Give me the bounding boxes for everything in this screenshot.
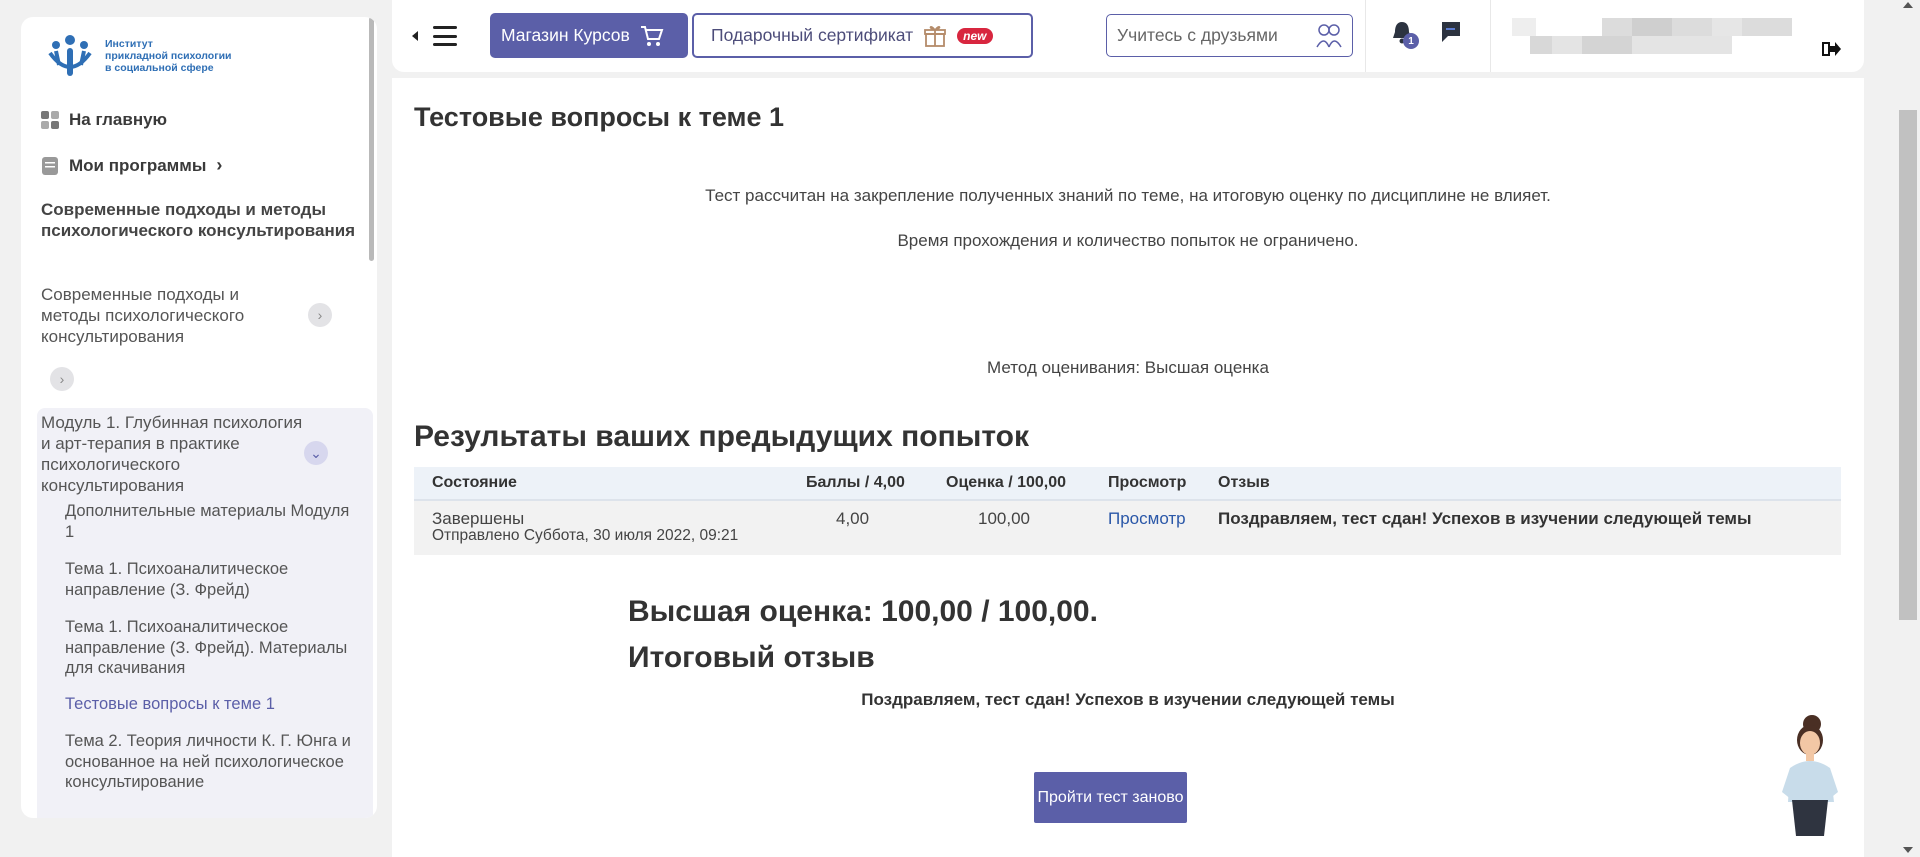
gift-button-label: Подарочный сертификат xyxy=(711,25,914,45)
sidebar-scrollbar[interactable] xyxy=(369,17,374,261)
column-header: Баллы / 4,00 xyxy=(806,474,905,491)
table-row: Завершены Отправлено Суббота, 30 июля 20… xyxy=(414,501,1841,555)
grading-method: Метод оценивания: Высшая оценка xyxy=(987,358,1269,377)
learn-with-friends-field[interactable]: Учитесь с друзьями xyxy=(1106,14,1353,57)
attempt-state: Завершены xyxy=(432,509,525,528)
collapse-arrow-icon[interactable] xyxy=(412,31,418,41)
attempt-submitted: Отправлено Суббота, 30 июля 2022, 09:21 xyxy=(432,527,739,544)
attempt-grade: 100,00 xyxy=(978,509,1030,528)
course-title[interactable]: Современные подходы и методы психологиче… xyxy=(41,199,361,241)
sidebar-item-topic1[interactable]: Тема 1. Психоаналитическое направление (… xyxy=(65,559,355,600)
nav-home[interactable]: На главную xyxy=(41,110,167,130)
nav-programs[interactable]: Мои программы › xyxy=(41,155,222,176)
chevron-right-icon: › xyxy=(216,155,223,175)
scrollbar-thumb[interactable] xyxy=(1899,110,1917,620)
course-item[interactable]: Современные подходы и методы психологиче… xyxy=(41,284,296,347)
review-link[interactable]: Просмотр xyxy=(1108,509,1186,529)
chat-icon xyxy=(1442,22,1460,42)
nav-programs-label: Мои программы xyxy=(69,155,207,175)
sidebar-item-test-questions[interactable]: Тестовые вопросы к теме 1 xyxy=(65,694,355,715)
scroll-down-icon[interactable] xyxy=(1903,847,1913,853)
notification-count-badge: 1 xyxy=(1403,33,1419,49)
column-header: Состояние xyxy=(432,474,517,491)
assistant-avatar-icon[interactable] xyxy=(1776,712,1846,838)
user-profile-area[interactable] xyxy=(1512,18,1792,54)
book-icon xyxy=(42,156,58,175)
messages-button[interactable] xyxy=(1440,20,1462,49)
final-feedback-title: Итоговый отзыв xyxy=(628,641,875,674)
sidebar-item-materials[interactable]: Дополнительные материалы Модуля 1 xyxy=(65,501,355,542)
chevron-down-icon[interactable]: ⌄ xyxy=(304,441,328,465)
page-scrollbar[interactable] xyxy=(1896,0,1920,857)
chevron-right-icon[interactable]: › xyxy=(308,303,332,327)
main-content: Тестовые вопросы к теме 1 Тест рассчитан… xyxy=(392,78,1864,857)
column-header: Просмотр xyxy=(1108,474,1187,491)
friends-field-label: Учитесь с друзьями xyxy=(1117,25,1278,45)
quiz-intro-text: Тест рассчитан на закрепление полученных… xyxy=(705,186,1551,205)
sidebar-item-topic1-downloads[interactable]: Тема 1. Психоаналитическое направление (… xyxy=(65,617,355,679)
hamburger-menu-icon[interactable] xyxy=(433,26,457,46)
logo-icon xyxy=(48,35,92,76)
logo-line: в социальной сфере xyxy=(105,62,214,74)
attempts-table: Состояние Баллы / 4,00 Оценка / 100,00 П… xyxy=(414,467,1841,555)
nav-home-label: На главную xyxy=(69,110,168,129)
module-title[interactable]: Модуль 1. Глубинная психология и арт-тер… xyxy=(41,412,306,496)
chevron-right-icon[interactable]: › xyxy=(50,367,74,391)
header-divider xyxy=(1365,0,1366,72)
gift-icon xyxy=(924,25,947,47)
sidebar-item-topic2[interactable]: Тема 2. Теория личности К. Г. Юнга и осн… xyxy=(65,731,355,793)
logo-text: Институт прикладной психологии в социаль… xyxy=(105,38,232,74)
notifications-button[interactable]: 1 xyxy=(1390,20,1419,51)
new-badge: new xyxy=(957,27,993,44)
quiz-intro-text: Время прохождения и количество попыток н… xyxy=(897,231,1359,250)
logout-button[interactable] xyxy=(1822,40,1842,63)
friends-icon xyxy=(1316,23,1342,47)
scroll-up-icon[interactable] xyxy=(1903,2,1913,8)
logo-line: прикладной психологии xyxy=(105,50,232,62)
logout-icon xyxy=(1822,42,1841,56)
shop-button[interactable]: Магазин Курсов xyxy=(490,13,688,58)
shop-button-label: Магазин Курсов xyxy=(501,25,630,45)
top-header: Магазин Курсов Подарочный сертификат new… xyxy=(392,0,1864,72)
final-feedback-text: Поздравляем, тест сдан! Успехов в изучен… xyxy=(861,690,1395,709)
gift-certificate-button[interactable]: Подарочный сертификат new xyxy=(692,13,1033,58)
logo[interactable]: Институт прикладной психологии в социаль… xyxy=(45,31,232,81)
dashboard-icon xyxy=(41,111,59,129)
attempt-feedback: Поздравляем, тест сдан! Успехов в изучен… xyxy=(1218,509,1752,528)
retry-quiz-button[interactable]: Пройти тест заново xyxy=(1034,772,1187,823)
sidebar: Институт прикладной психологии в социаль… xyxy=(21,17,377,818)
highest-grade: Высшая оценка: 100,00 / 100,00. xyxy=(628,595,1098,628)
header-divider xyxy=(1490,0,1491,72)
cart-icon xyxy=(640,25,664,46)
column-header: Оценка / 100,00 xyxy=(946,474,1067,491)
logo-line: Институт xyxy=(105,38,153,50)
attempt-score: 4,00 xyxy=(836,509,870,528)
results-title: Результаты ваших предыдущих попыток xyxy=(414,420,1029,453)
column-header: Отзыв xyxy=(1218,474,1270,491)
blurred-user-info-icon xyxy=(1512,18,1792,54)
page-title: Тестовые вопросы к теме 1 xyxy=(414,102,785,132)
table-header: Состояние Баллы / 4,00 Оценка / 100,00 П… xyxy=(414,467,1841,501)
